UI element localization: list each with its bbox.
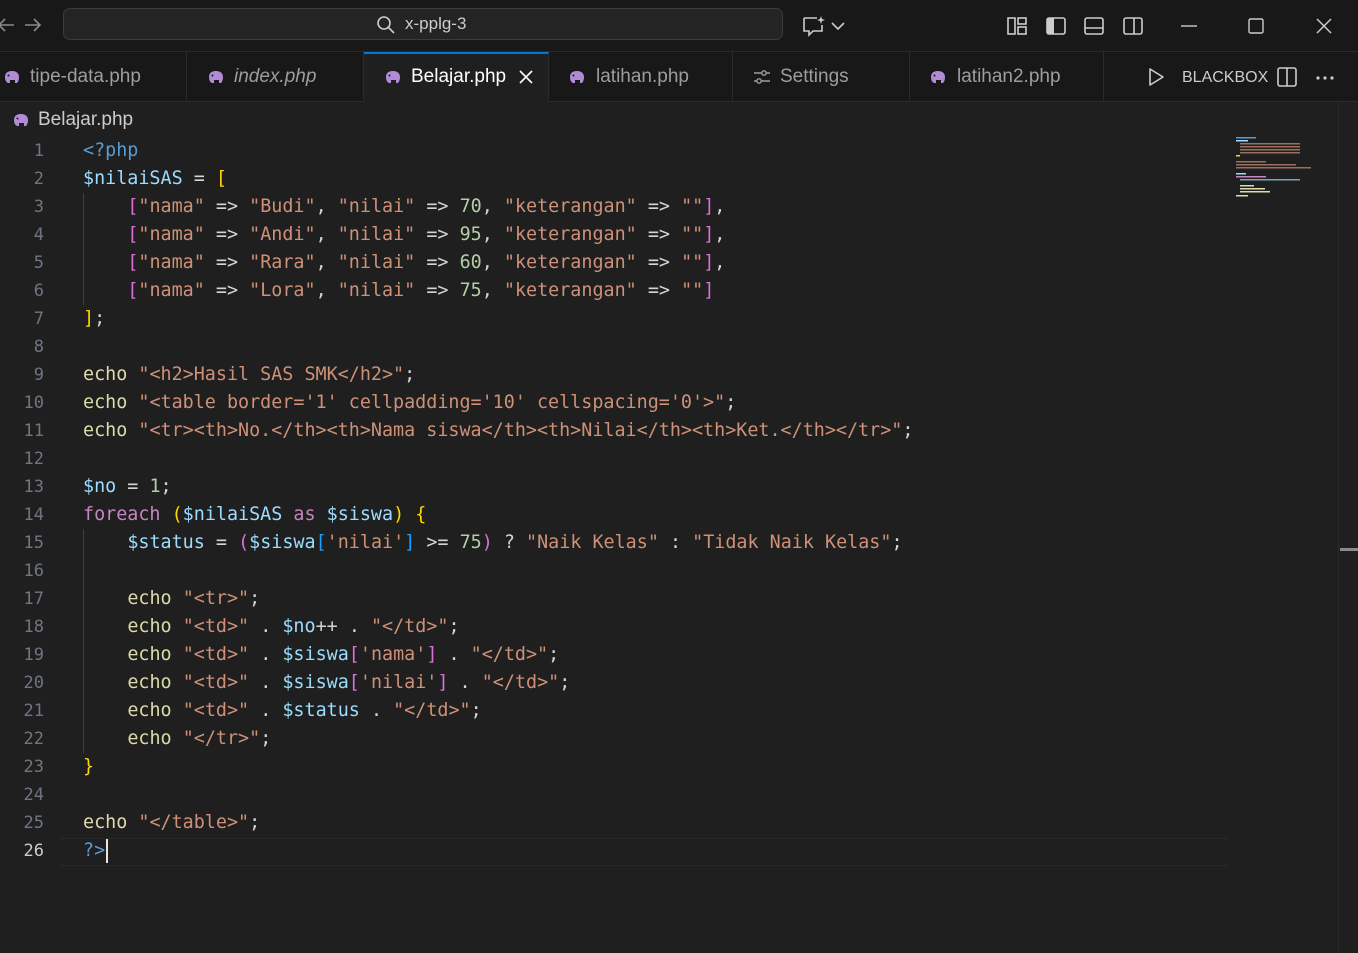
tab-tipe-data-php[interactable]: tipe-data.php [0,52,187,102]
back-arrow-icon[interactable] [0,14,18,36]
line-number: 25 [23,813,44,833]
code-line[interactable]: <?php [83,137,138,165]
blackbox-button[interactable]: BLACKBOX [1182,69,1268,87]
code-line[interactable]: echo "</table>"; [83,809,260,837]
line-number: 19 [23,645,44,665]
split-editor-icon[interactable] [1276,66,1298,88]
line-number: 1 [33,141,44,161]
current-line-highlight [60,838,1228,866]
line-number: 18 [23,617,44,637]
tab-latihan-php[interactable]: latihan.php [549,52,733,102]
run-icon[interactable] [1145,66,1167,88]
line-number: 23 [23,757,44,777]
forward-arrow-icon[interactable] [22,14,44,36]
code-line[interactable]: $nilaiSAS = [ [83,165,227,193]
tab-belajar-php[interactable]: Belajar.php [364,52,549,102]
command-center-text: x-pplg-3 [405,14,467,33]
line-number: 20 [23,673,44,693]
settings-sliders-icon [754,70,770,84]
line-number: 11 [23,421,44,441]
title-bar: x-pplg-3 [0,0,1358,52]
line-number: 26 [23,841,44,861]
line-number: 24 [23,785,44,805]
tab-label: Belajar.php [411,66,507,87]
vertical-scrollbar[interactable] [1338,103,1358,953]
php-elephant-icon [5,71,19,83]
line-number: 2 [33,169,44,189]
scrollbar-cursor-marker [1340,548,1358,551]
tab-label: Settings [780,66,849,87]
code-line[interactable]: echo "</tr>"; [83,725,271,753]
tab-label: latihan2.php [957,66,1061,87]
code-line[interactable]: } [83,753,94,781]
line-number: 9 [33,365,44,385]
php-elephant-icon [14,114,28,126]
code-line[interactable]: echo "<td>" . $siswa['nama'] . "</td>"; [83,641,559,669]
line-number: 7 [33,309,44,329]
copilot-chat-icon[interactable] [801,14,827,38]
line-number: 4 [33,225,44,245]
code-line[interactable]: echo "<td>" . $no++ . "</td>"; [83,613,459,641]
tab-label: latihan.php [596,66,689,87]
breadcrumb: Belajar.php [0,103,1358,137]
line-number: 5 [33,253,44,273]
code-line[interactable]: foreach ($nilaiSAS as $siswa) { [83,501,426,529]
tab-index-php[interactable]: index.php [187,52,364,102]
tab-latihan2-php[interactable]: latihan2.php [910,52,1104,102]
code-line[interactable]: ["nama" => "Rara", "nilai" => 60, "keter… [83,249,725,277]
code-line[interactable]: echo "<td>" . $status . "</td>"; [83,697,481,725]
code-line[interactable]: echo "<h2>Hasil SAS SMK</h2>"; [83,361,415,389]
line-number: 6 [33,281,44,301]
line-number: 22 [23,729,44,749]
close-window-icon[interactable] [1311,13,1337,39]
text-cursor [106,839,109,863]
php-elephant-icon [570,71,584,83]
search-icon [377,16,395,34]
code-line[interactable]: ["nama" => "Lora", "nilai" => 75, "keter… [83,277,714,305]
line-number: 8 [33,337,44,357]
tab-label: index.php [234,66,317,87]
code-line[interactable]: echo "<tr>"; [83,585,260,613]
more-actions-icon[interactable] [1314,66,1336,88]
line-number: 12 [23,449,44,469]
line-number: 21 [23,701,44,721]
toggle-primary-sidebar-icon[interactable] [1045,14,1067,38]
customize-layout-icon[interactable] [1006,14,1028,38]
line-number: 15 [23,533,44,553]
maximize-icon[interactable] [1243,13,1269,39]
minimap[interactable] [1236,137,1316,197]
chevron-down-icon[interactable] [830,14,846,38]
line-number: 14 [23,505,44,525]
line-number: 10 [23,393,44,413]
code-line[interactable]: echo "<td>" . $siswa['nilai'] . "</td>"; [83,669,570,697]
toggle-panel-icon[interactable] [1083,14,1105,38]
code-line[interactable]: echo "<tr><th>No.</th><th>Nama siswa</th… [83,417,913,445]
minimize-icon[interactable] [1176,13,1202,39]
line-number: 17 [23,589,44,609]
line-number: 3 [33,197,44,217]
code-line[interactable]: $no = 1; [83,473,172,501]
line-number: 16 [23,561,44,581]
breadcrumb-file[interactable]: Belajar.php [38,109,133,131]
code-line[interactable]: $status = ($siswa['nilai'] >= 75) ? "Nai… [83,529,902,557]
command-center-search[interactable]: x-pplg-3 [63,8,783,40]
code-line[interactable]: ]; [83,305,105,333]
close-icon[interactable] [517,68,535,86]
php-elephant-icon [931,71,945,83]
code-line[interactable]: ["nama" => "Budi", "nilai" => 70, "keter… [83,193,725,221]
code-editor[interactable]: 1 2 3 4 5 6 7 8 9 10 11 12 13 14 15 16 17 18 19 20 21 22 23 24 2… [0,137,1338,953]
php-elephant-icon [209,71,223,83]
code-line[interactable]: ?> [83,837,109,865]
code-line[interactable]: ["nama" => "Andi", "nilai" => 95, "keter… [83,221,725,249]
line-number: 13 [23,477,44,497]
code-line[interactable]: echo "<table border='1' cellpadding='10'… [83,389,736,417]
toggle-secondary-sidebar-icon[interactable] [1122,14,1144,38]
editor-tab-bar: tipe-data.php index.php Belajar.php lati… [0,52,1358,102]
tab-settings[interactable]: Settings [733,52,910,102]
php-elephant-icon [386,71,400,83]
tab-label: tipe-data.php [30,66,141,87]
